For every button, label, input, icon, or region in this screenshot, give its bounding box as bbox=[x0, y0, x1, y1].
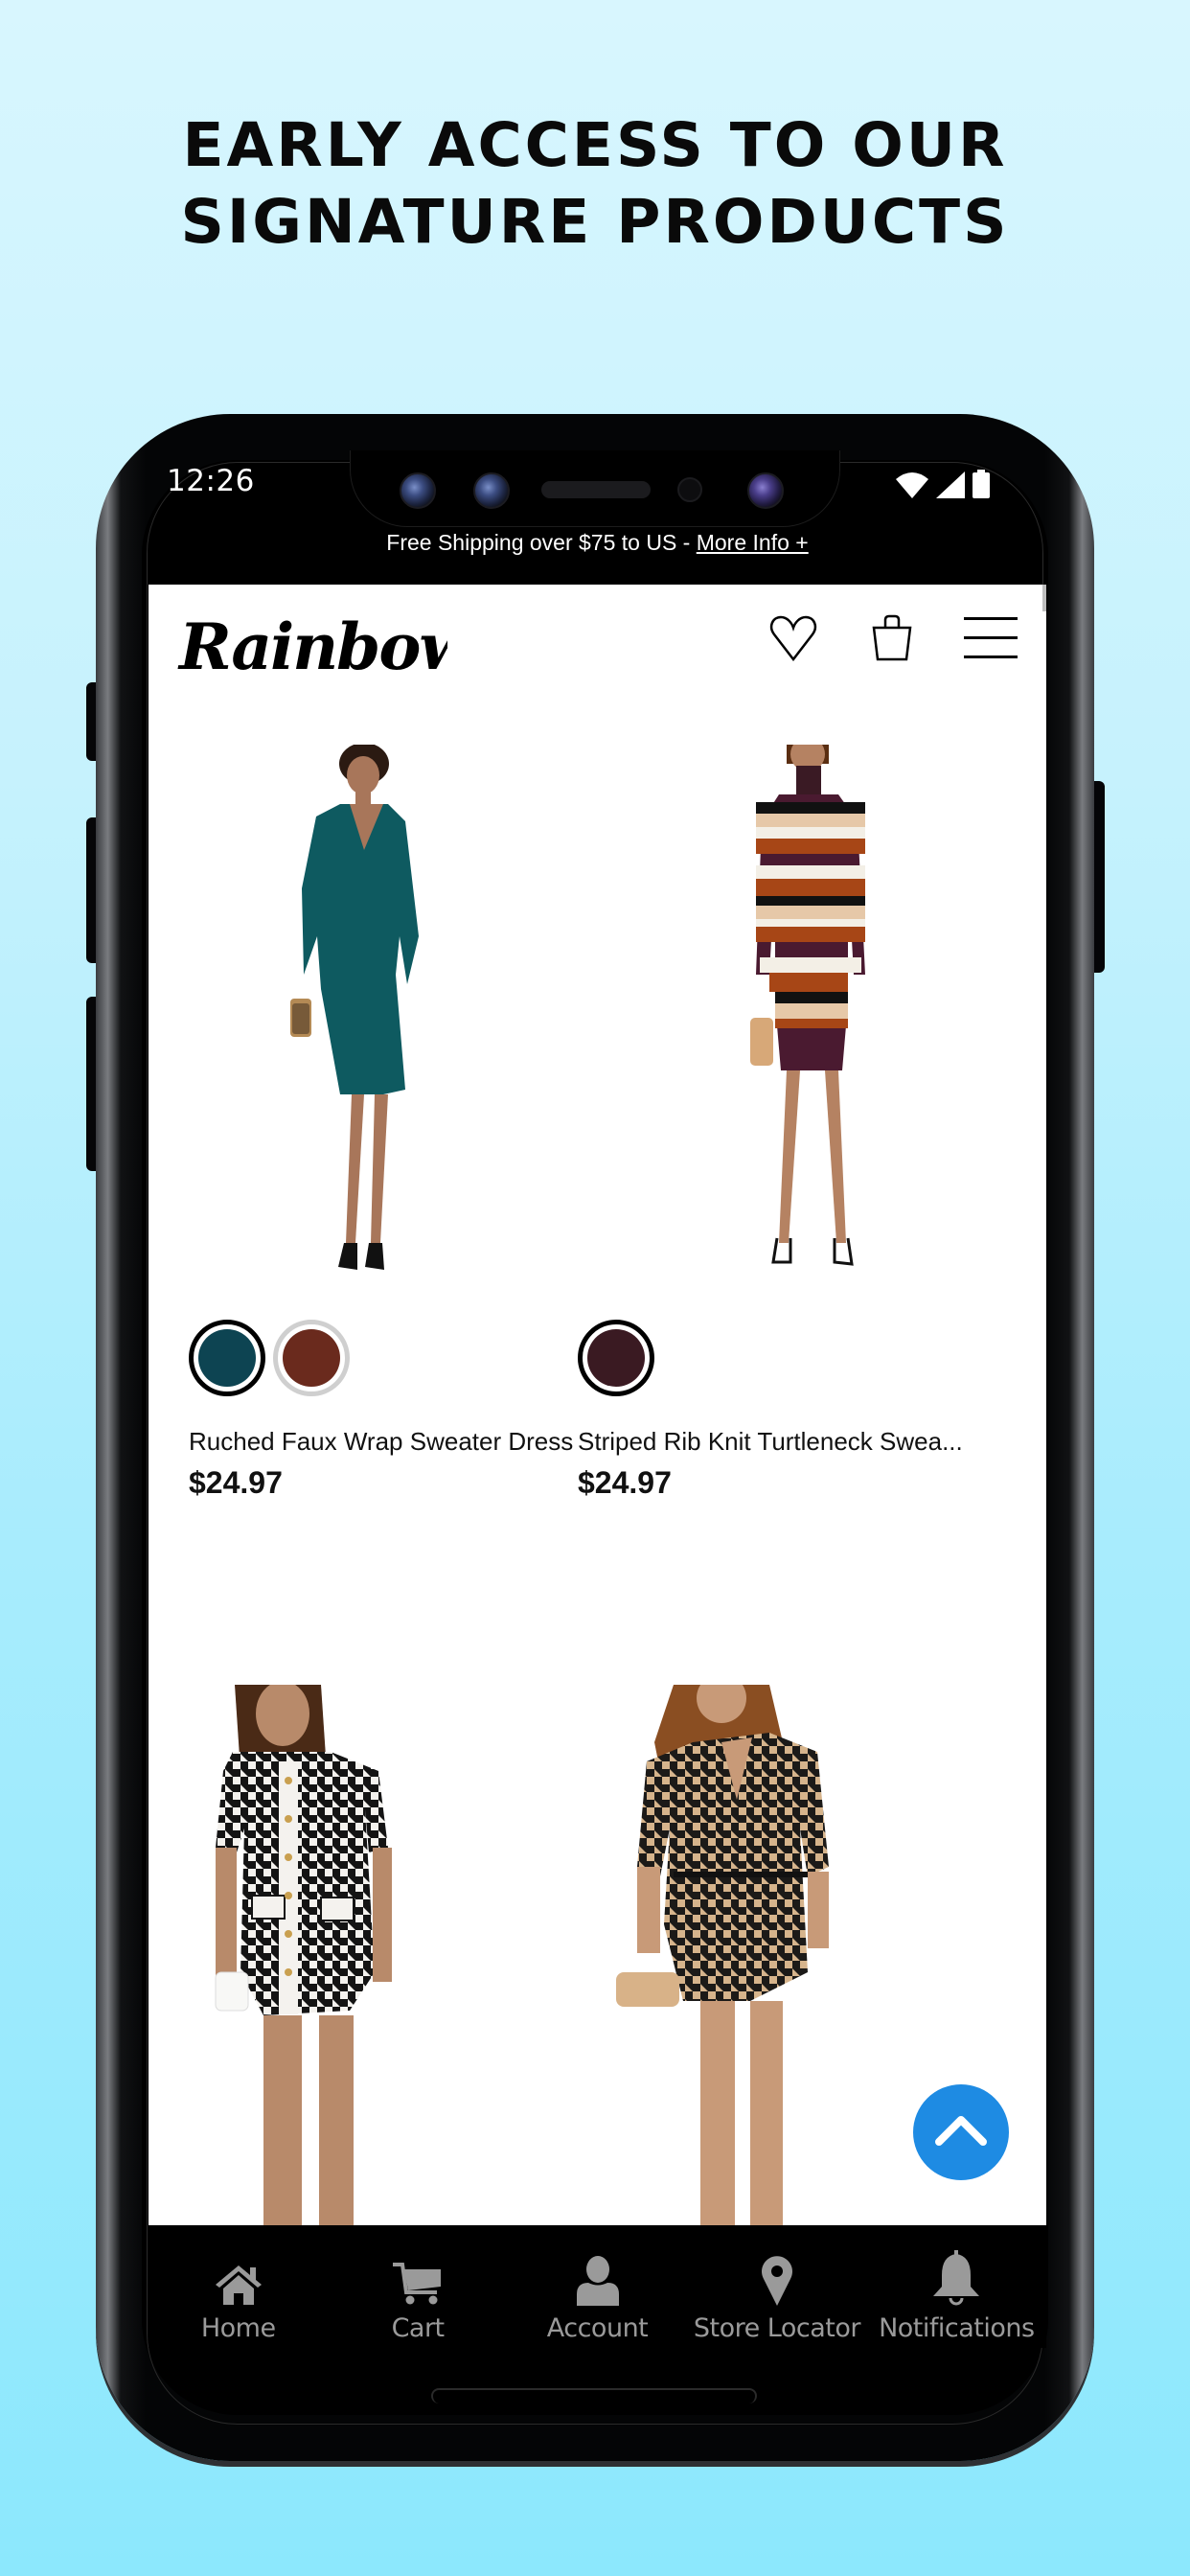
cart-icon bbox=[391, 2252, 445, 2306]
swatch-fill bbox=[198, 1329, 256, 1387]
swatch-fill bbox=[283, 1329, 340, 1387]
color-swatch-selected[interactable] bbox=[189, 1320, 265, 1396]
nav-label: Cart bbox=[391, 2313, 446, 2343]
nav-item-home[interactable]: Home bbox=[149, 2225, 328, 2348]
product-image[interactable] bbox=[578, 745, 990, 1291]
proximity-sensor bbox=[677, 477, 702, 502]
location-pin-icon bbox=[760, 2252, 794, 2306]
bottom-navigation: Home Cart Account Store Locator Notifica… bbox=[149, 2225, 1046, 2348]
nav-label: Store Locator bbox=[693, 2313, 861, 2343]
wishlist-button[interactable] bbox=[767, 613, 820, 667]
nav-item-store-locator[interactable]: Store Locator bbox=[687, 2225, 866, 2348]
nav-label: Account bbox=[546, 2313, 649, 2343]
nav-item-notifications[interactable]: Notifications bbox=[867, 2225, 1046, 2348]
product-price: $24.97 bbox=[578, 1465, 672, 1500]
swatch-fill bbox=[587, 1329, 645, 1387]
rainbow-logo[interactable]: Rainbow bbox=[177, 604, 477, 684]
nav-item-cart[interactable]: Cart bbox=[328, 2225, 507, 2348]
camera-lens-icon bbox=[473, 472, 510, 509]
nav-label: Notifications bbox=[879, 2313, 1035, 2343]
app-content[interactable]: Rainbow Ruched Faux Wrap Sweater Dress $… bbox=[149, 585, 1046, 2225]
account-icon bbox=[575, 2252, 621, 2306]
menu-button[interactable] bbox=[964, 613, 1018, 667]
product-name[interactable]: Striped Rib Knit Turtleneck Swea... bbox=[578, 1427, 990, 1457]
shipping-text: Free Shipping over $75 to US - bbox=[386, 530, 697, 555]
headline-line-2: SIGNATURE PRODUCTS bbox=[180, 187, 1010, 257]
battery-icon bbox=[973, 470, 990, 503]
bell-icon bbox=[930, 2250, 982, 2306]
logo-text: Rainbow bbox=[177, 610, 447, 680]
promo-headline: EARLY ACCESS TO OUR SIGNATURE PRODUCTS bbox=[0, 107, 1190, 261]
color-swatch-selected[interactable] bbox=[578, 1320, 654, 1396]
nav-label: Home bbox=[200, 2313, 276, 2343]
product-image[interactable] bbox=[149, 745, 561, 1291]
product-image[interactable] bbox=[149, 1685, 561, 2225]
shipping-banner: Free Shipping over $75 to US - More Info… bbox=[149, 530, 1046, 556]
home-indicator[interactable] bbox=[431, 2388, 757, 2404]
heart-icon bbox=[768, 615, 818, 666]
home-icon bbox=[212, 2252, 265, 2306]
earpiece-speaker bbox=[541, 481, 651, 498]
nav-item-account[interactable]: Account bbox=[508, 2225, 687, 2348]
color-swatch[interactable] bbox=[273, 1320, 350, 1396]
camera-lens-icon bbox=[747, 472, 784, 509]
shopping-bag-button[interactable] bbox=[865, 613, 919, 667]
chevron-up-icon bbox=[934, 2114, 988, 2151]
camera-lens-icon bbox=[400, 472, 436, 509]
headline-line-1: EARLY ACCESS TO OUR bbox=[182, 110, 1008, 180]
menu-icon bbox=[964, 616, 1018, 665]
color-swatches bbox=[578, 1320, 654, 1396]
scroll-to-top-button[interactable] bbox=[913, 2084, 1009, 2180]
more-info-link[interactable]: More Info + bbox=[697, 530, 809, 555]
status-icons bbox=[896, 470, 990, 503]
color-swatches bbox=[189, 1320, 350, 1396]
product-name[interactable]: Ruched Faux Wrap Sweater Dress bbox=[189, 1427, 591, 1457]
wifi-icon bbox=[896, 472, 928, 503]
shopping-bag-icon bbox=[871, 614, 913, 667]
app-header: Rainbow bbox=[149, 585, 1046, 709]
product-price: $24.97 bbox=[189, 1465, 283, 1500]
signal-icon bbox=[936, 472, 965, 503]
status-time: 12:26 bbox=[167, 464, 255, 498]
